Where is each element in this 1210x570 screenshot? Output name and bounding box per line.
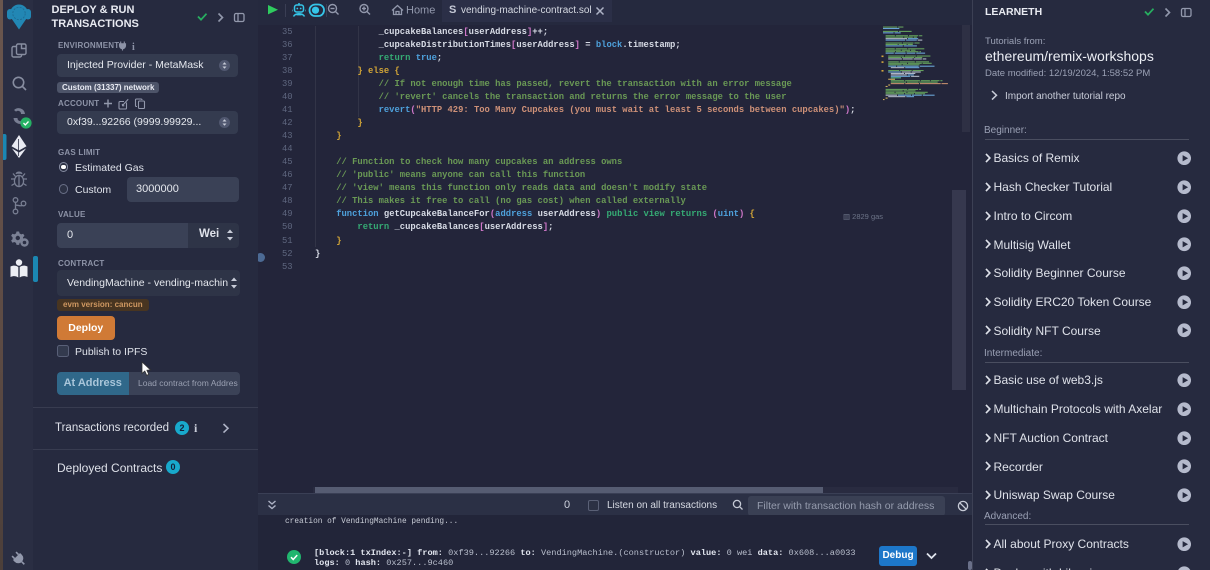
svg-text:i: i — [132, 42, 135, 52]
svg-text:Home: Home — [406, 5, 435, 17]
